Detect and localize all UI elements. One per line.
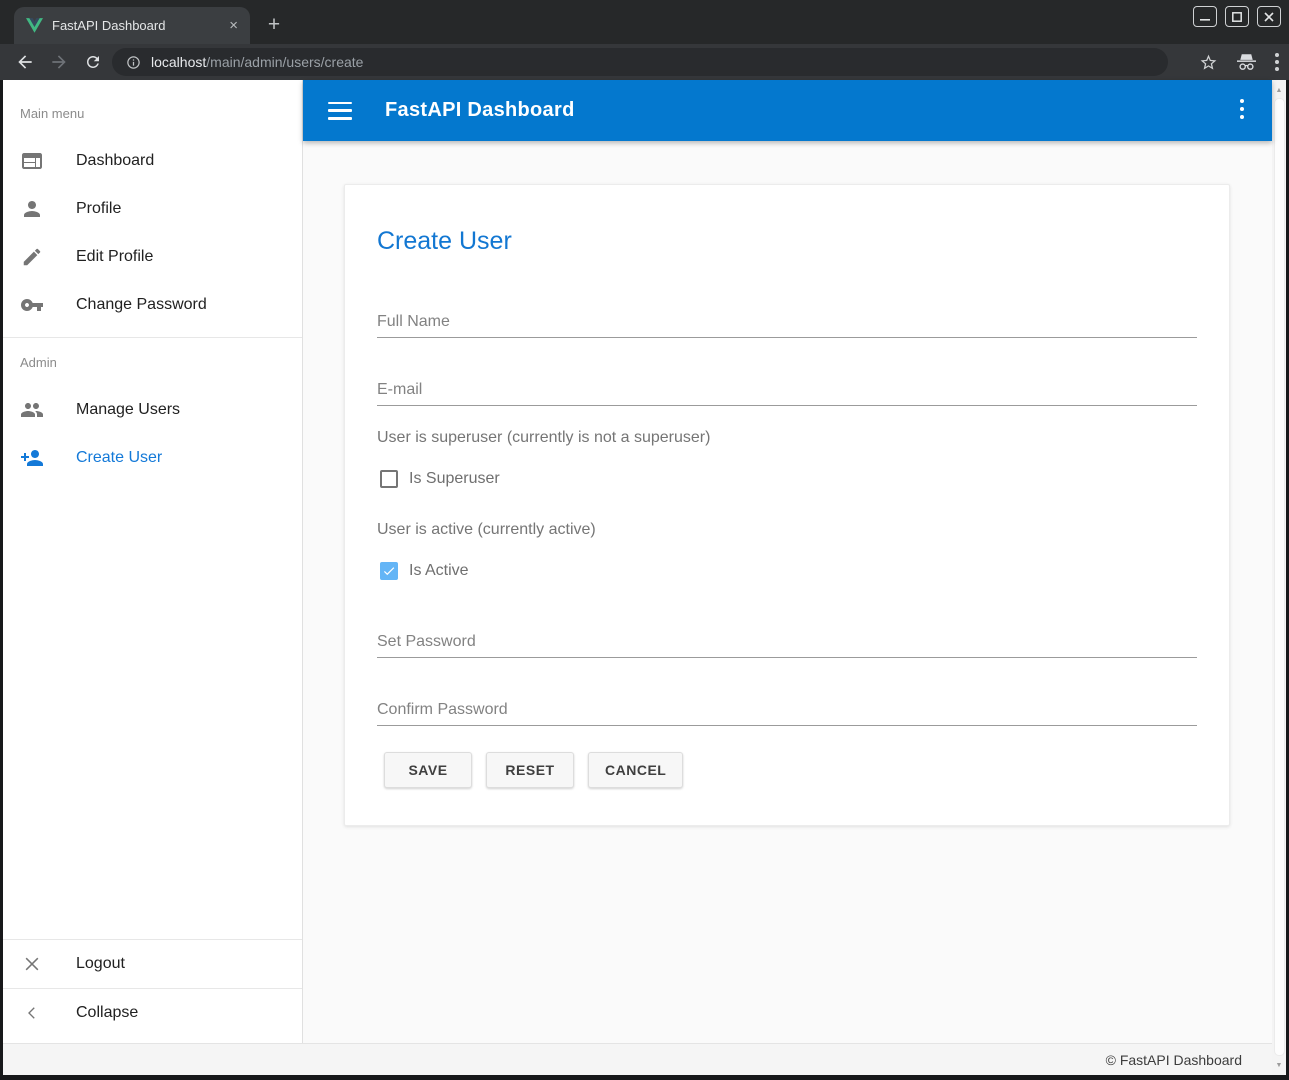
page-title: Create User [377,227,512,256]
browser-titlebar: FastAPI Dashboard × + [0,0,1289,44]
url-host: localhost [151,54,206,70]
browser-window: FastAPI Dashboard × + local [0,0,1289,1080]
email-input[interactable] [377,374,1197,406]
sidebar-item-label: Collapse [76,1004,138,1022]
create-user-card: Create User User is superuser (currently… [344,184,1230,826]
window-minimize-button[interactable] [1193,6,1217,27]
page-info-icon[interactable] [126,55,141,70]
footer-copyright: © FastAPI Dashboard [1106,1052,1242,1068]
save-button[interactable]: SAVE [384,752,472,788]
browser-tab[interactable]: FastAPI Dashboard × [14,7,250,44]
reset-button[interactable]: RESET [486,752,574,788]
full-name-input[interactable] [377,306,1197,338]
sidebar: Main menu Dashboard Profile [3,80,303,1043]
scroll-up-icon[interactable]: ▲ [1272,83,1286,97]
window-close-button[interactable] [1257,6,1281,27]
sidebar-item-label: Dashboard [76,152,154,170]
is-superuser-checkbox-row[interactable]: Is Superuser [380,470,500,488]
superuser-hint: User is superuser (currently is not a su… [377,429,710,447]
reload-button[interactable] [76,53,110,71]
tab-close-icon[interactable]: × [227,17,240,34]
sidebar-item-collapse[interactable]: Collapse [3,989,302,1037]
sidebar-section-main-menu: Main menu [20,106,302,122]
sidebar-item-logout[interactable]: Logout [3,940,302,988]
app-menu-icon[interactable] [1240,99,1244,119]
page-scrollbar[interactable]: ▲ ▼ [1272,80,1286,1075]
sidebar-item-dashboard[interactable]: Dashboard [3,137,302,185]
sidebar-item-change-password[interactable]: Change Password [3,281,302,329]
sidebar-item-label: Manage Users [76,401,180,419]
checkbox-unchecked-icon[interactable] [380,470,398,488]
footer: © FastAPI Dashboard [3,1043,1272,1075]
forward-button[interactable] [42,52,76,72]
chevron-left-icon [20,1001,44,1025]
sidebar-item-label: Change Password [76,296,207,314]
back-button[interactable] [8,52,42,72]
people-icon [20,398,44,422]
window-maximize-button[interactable] [1225,6,1249,27]
close-x-icon [20,952,44,976]
sidebar-item-edit-profile[interactable]: Edit Profile [3,233,302,281]
vue-favicon-icon [26,18,43,33]
sidebar-divider [3,337,302,338]
sidebar-item-label: Create User [76,449,162,467]
browser-menu-icon[interactable] [1275,53,1279,71]
checkbox-checked-icon[interactable] [380,562,398,580]
app-title: FastAPI Dashboard [385,99,575,122]
set-password-input[interactable] [377,626,1197,658]
key-icon [20,293,44,317]
scroll-down-icon[interactable]: ▼ [1272,1058,1286,1072]
sidebar-item-label: Logout [76,955,125,973]
pencil-icon [20,245,44,269]
checkbox-label[interactable]: Is Superuser [409,470,500,488]
sidebar-item-profile[interactable]: Profile [3,185,302,233]
page-content: Main menu Dashboard Profile [3,80,1286,1075]
sidebar-item-label: Edit Profile [76,248,153,266]
sidebar-item-label: Profile [76,200,121,218]
url-path: /main/admin/users/create [206,54,363,70]
bookmark-star-icon[interactable] [1199,53,1218,72]
cancel-button[interactable]: CANCEL [588,752,683,788]
checkbox-label[interactable]: Is Active [409,562,469,580]
sidebar-section-admin: Admin [20,355,302,371]
app-bar: FastAPI Dashboard [303,80,1272,141]
tab-title: FastAPI Dashboard [52,18,227,33]
person-add-icon [20,446,44,470]
active-hint: User is active (currently active) [377,521,596,539]
browser-toolbar: localhost/main/admin/users/create [0,44,1289,80]
url-text: localhost/main/admin/users/create [151,54,363,70]
confirm-password-input[interactable] [377,694,1197,726]
hamburger-menu-icon[interactable] [328,102,352,120]
sidebar-item-manage-users[interactable]: Manage Users [3,386,302,434]
dashboard-icon [20,149,44,173]
person-icon [20,197,44,221]
is-active-checkbox-row[interactable]: Is Active [380,562,469,580]
sidebar-item-create-user[interactable]: Create User [3,434,302,482]
incognito-icon [1236,53,1257,72]
scrollbar-thumb[interactable] [1274,98,1285,1056]
new-tab-button[interactable]: + [262,13,286,37]
address-bar[interactable]: localhost/main/admin/users/create [112,48,1168,76]
